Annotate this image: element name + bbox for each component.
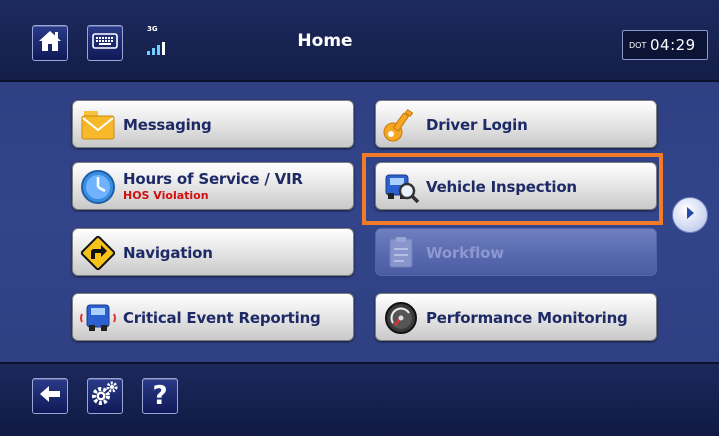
gears-icon: [91, 381, 119, 412]
clock-icon: [79, 169, 117, 205]
help-label: ?: [152, 381, 168, 411]
driver-login-button[interactable]: Driver Login: [375, 100, 657, 148]
performance-monitoring-label: Performance Monitoring: [426, 309, 628, 327]
settings-button[interactable]: [87, 378, 123, 414]
truck-alert-icon: [79, 300, 117, 336]
help-button[interactable]: ?: [142, 378, 178, 414]
home-screen: 3G Home DOT 04:29 Messaging Driver Login…: [0, 0, 719, 436]
messaging-button[interactable]: Messaging: [72, 100, 354, 148]
key-icon: [382, 107, 420, 143]
signal-label: 3G: [147, 25, 158, 33]
top-bar-divider: [0, 80, 719, 82]
workflow-button[interactable]: Workflow: [375, 228, 657, 276]
keyboard-button[interactable]: [87, 25, 123, 61]
signal-bar: [152, 48, 155, 55]
keyboard-icon: [92, 32, 118, 54]
hos-violation-status: HOS Violation: [123, 189, 209, 202]
hours-of-service-button[interactable]: Hours of Service / VIR HOS Violation: [72, 162, 354, 210]
next-page-button[interactable]: [672, 197, 708, 233]
messaging-label: Messaging: [123, 116, 212, 134]
clipboard-icon: [382, 235, 420, 271]
clock-prefix: DOT: [629, 41, 647, 50]
workflow-label: Workflow: [426, 244, 504, 262]
home-icon: [37, 29, 63, 58]
hours-of-service-label: Hours of Service / VIR: [123, 170, 303, 188]
chevron-right-icon: [683, 205, 697, 226]
page-title: Home: [297, 31, 353, 51]
signal-bar: [157, 45, 160, 55]
selection-highlight: [362, 153, 663, 225]
signal-bar: [147, 51, 150, 55]
signal-bar: [162, 42, 165, 55]
critical-event-reporting-button[interactable]: Critical Event Reporting: [72, 293, 354, 341]
envelope-icon: [79, 107, 117, 143]
clock-time: 04:29: [650, 36, 696, 54]
gauge-icon: [382, 300, 420, 336]
navigation-button[interactable]: Navigation: [72, 228, 354, 276]
back-arrow-icon: [38, 384, 62, 409]
critical-event-reporting-label: Critical Event Reporting: [123, 309, 321, 327]
home-button[interactable]: [32, 25, 68, 61]
back-button[interactable]: [32, 378, 68, 414]
driver-login-label: Driver Login: [426, 116, 528, 134]
performance-monitoring-button[interactable]: Performance Monitoring: [375, 293, 657, 341]
signal-indicator: 3G: [147, 25, 171, 57]
dot-clock[interactable]: DOT 04:29: [622, 30, 708, 60]
turn-sign-icon: [79, 235, 117, 271]
navigation-label: Navigation: [123, 244, 213, 262]
